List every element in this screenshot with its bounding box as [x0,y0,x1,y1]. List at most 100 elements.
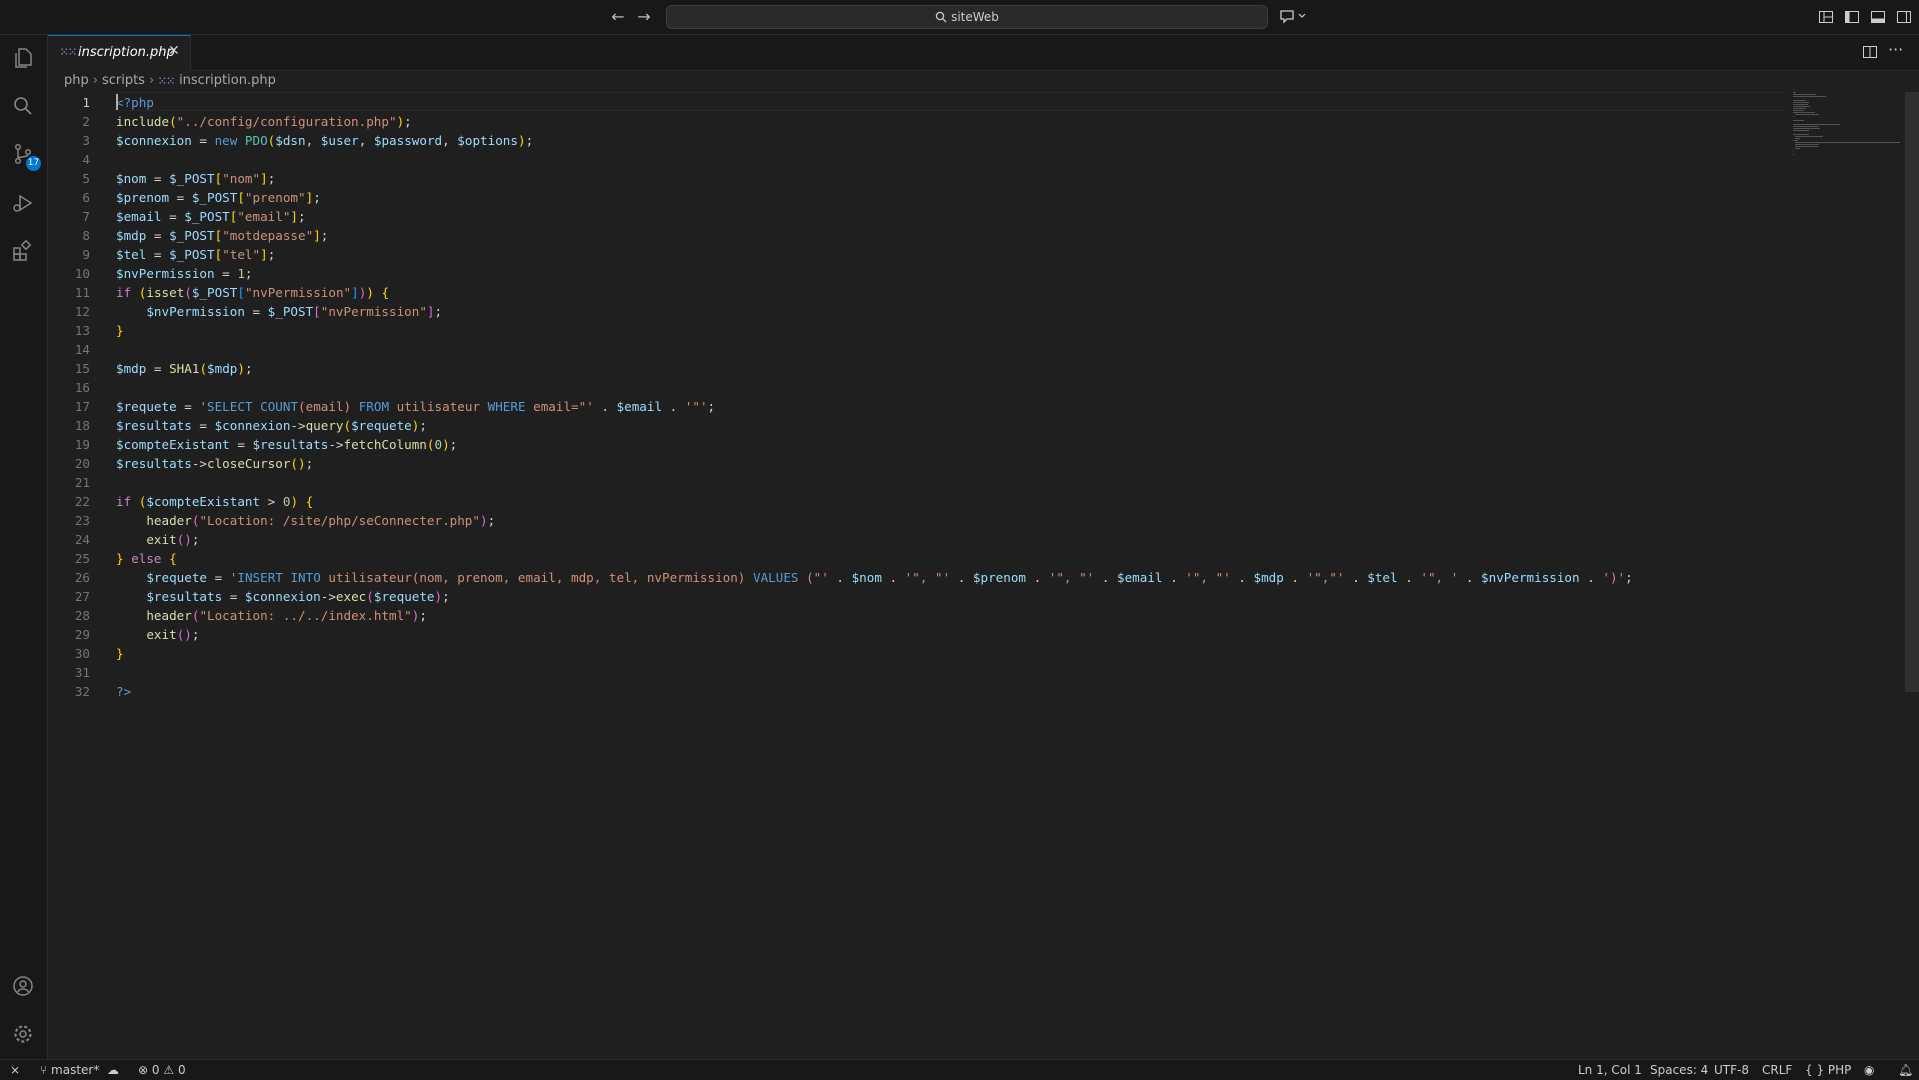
line-number: 30 [74,646,90,661]
line-endings[interactable]: CRLF [1762,1062,1792,1078]
cursor-position[interactable]: Ln 1, Col 1 [1578,1062,1642,1078]
chevron-right-icon: › [148,73,155,88]
activity-bar [0,35,48,1059]
search-icon[interactable] [11,94,35,118]
toggle-primary-sidebar-icon[interactable] [1844,9,1860,25]
line-number: 29 [74,627,90,642]
line-number: 20 [74,456,90,471]
code-text: } else { [116,551,177,566]
php-file-icon: ⁙⁙ [158,76,175,87]
more-actions-icon[interactable]: ··· [1888,40,1903,59]
php-file-icon: ⁙⁙ [60,47,77,58]
line-number: 4 [82,152,90,167]
code-text: $mdp = SHA1($mdp); [116,361,253,376]
warning-count: 0 [177,1063,186,1077]
code-text: $nom = $_POST["nom"]; [116,171,276,186]
breadcrumb-item-php[interactable]: php [64,73,89,88]
status-bar: ⨯ ⑂ master* ☁ ⊗ 0 ⚠ 0 Ln 1, Col 1 Spaces… [0,1059,1919,1080]
minimap-line [1795,148,1800,150]
code-text: $mdp = $_POST["motdepasse"]; [116,228,329,243]
back-arrow-icon[interactable]: ← [607,6,629,28]
line-number: 8 [82,228,90,243]
indentation[interactable]: Spaces: 4 [1650,1062,1708,1078]
copilot-icon[interactable]: ◉ [1864,1062,1874,1078]
code-text: $tel = $_POST["tel"]; [116,247,276,262]
code-text: $resultats->closeCursor(); [116,456,314,471]
line-number: 24 [74,532,90,547]
code-text: <?php [116,95,154,110]
line-number: 28 [74,608,90,623]
line-number: 18 [74,418,90,433]
line-number: 1 [82,95,90,110]
accounts-icon[interactable] [11,974,35,998]
search-icon [935,11,947,23]
editor-scrollbar[interactable] [1905,92,1919,692]
code-text: if (isset($_POST["nvPermission"])) { [116,285,390,300]
chevron-right-icon: › [92,73,98,88]
extensions-icon[interactable] [11,239,35,263]
code-text: $nvPermission = 1; [116,266,253,281]
line-number: 5 [82,171,90,186]
code-text: $resultats = $connexion->exec($requete); [146,589,450,604]
code-text: ?> [116,684,132,699]
line-number: 9 [82,247,90,262]
run-and-debug-icon[interactable] [11,191,35,215]
code-text: $prenom = $_POST["prenom"]; [116,190,321,205]
tab-inscription-php[interactable]: ⁙⁙ inscription.php ✕ [48,35,191,71]
git-branch-icon: ⑂ [40,1063,48,1077]
breadcrumb-item-scripts[interactable]: scripts [102,73,145,88]
braces-icon: { } [1805,1063,1825,1077]
line-number: 27 [74,589,90,604]
code-text: header("Location: /site/php/seConnecter.… [146,513,496,528]
notifications-bell-icon[interactable]: 🔔︎ [1898,1062,1913,1078]
code-text: $email = $_POST["email"]; [116,209,306,224]
error-icon: ⊗ [138,1063,149,1077]
minimap[interactable] [1793,92,1903,162]
minimap-line [1793,120,1804,122]
customize-layout-icon[interactable] [1818,9,1834,25]
code-text: include("../config/configuration.php"); [116,114,412,129]
breadcrumb: php › scripts › ⁙⁙ inscription.php [64,73,276,88]
split-editor-icon[interactable] [1862,44,1878,60]
minimap-line [1795,114,1819,116]
line-number: 32 [74,684,90,699]
branch-indicator[interactable]: ⑂ master* [40,1062,99,1078]
code-text: if ($compteExistant > 0) { [116,494,314,509]
code-text: $resultats = $connexion->query($requete)… [116,418,427,433]
minimap-line [1793,130,1809,132]
copilot-chat-icon[interactable] [1279,8,1307,24]
warning-icon: ⚠ [163,1063,175,1077]
close-tab-icon[interactable]: ✕ [168,43,180,59]
language-mode[interactable]: { } PHP [1805,1062,1851,1078]
line-number: 23 [74,513,90,528]
line-number: 2 [82,114,90,129]
explorer-files-icon[interactable] [11,46,35,70]
line-number: 13 [74,323,90,338]
problems-indicator[interactable]: ⊗ 0 ⚠ 0 [138,1062,186,1078]
toggle-secondary-sidebar-icon[interactable] [1896,9,1912,25]
forward-arrow-icon[interactable]: → [633,6,655,28]
line-number: 10 [74,266,90,281]
remote-indicator-icon[interactable]: ⨯ [10,1062,20,1078]
toggle-panel-icon[interactable] [1870,9,1886,25]
code-text: exit(); [146,627,200,642]
sync-cloud-icon[interactable]: ☁ [107,1062,119,1078]
line-number: 26 [74,570,90,585]
branch-name: master* [51,1063,100,1077]
minimap-line [1793,150,1794,152]
line-number: 19 [74,437,90,452]
line-number: 7 [82,209,90,224]
line-number: 17 [74,399,90,414]
encoding[interactable]: UTF-8 [1714,1062,1749,1078]
line-number: 14 [74,342,90,357]
code-editor[interactable]: 1 <?php 2 include("../config/configuration.… [48,92,1919,1058]
command-center-search[interactable]: siteWeb [666,5,1268,29]
tab-label: inscription.php [78,45,175,60]
settings-gear-icon[interactable] [11,1022,35,1046]
line-number: 6 [82,190,90,205]
code-text: $connexion = new PDO($dsn, $user, $passw… [116,133,534,148]
minimap-line [1793,154,1795,156]
line-number: 15 [74,361,90,376]
breadcrumb-item-file[interactable]: inscription.php [179,73,276,88]
code-text: $requete = 'INSERT INTO utilisateur(nom,… [146,570,1633,585]
